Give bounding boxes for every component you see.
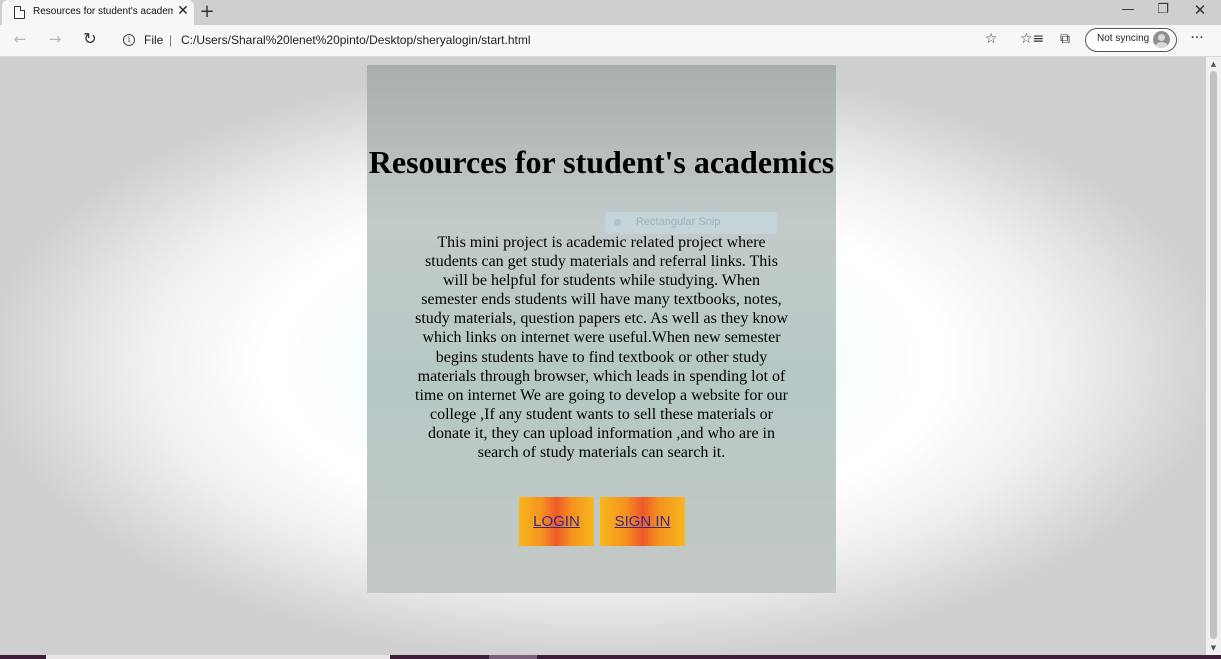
tab-close-icon[interactable]: ✕ [176, 3, 190, 19]
page-title: Resources for student's academics [368, 144, 835, 180]
sign-in-button[interactable]: SIGN IN [600, 497, 685, 546]
project-description: This mini project is academic related pr… [415, 234, 788, 462]
scroll-up-arrow-icon[interactable]: ▲ [1209, 60, 1218, 68]
more-menu-icon[interactable]: ··· [1188, 30, 1206, 46]
back-arrow-icon[interactable]: ← [10, 30, 30, 48]
restore-button[interactable]: ❐ [1153, 2, 1173, 17]
forward-arrow-icon[interactable]: → [45, 30, 65, 48]
taskbar-edge [0, 655, 1221, 659]
scroll-down-arrow-icon[interactable]: ▼ [1209, 644, 1218, 652]
taskbar-segment [489, 655, 537, 659]
profile-sync-button[interactable]: Not syncing [1085, 28, 1177, 52]
file-scheme-label: File [144, 33, 164, 47]
login-button[interactable]: LOGIN [519, 497, 594, 546]
address-bar-url[interactable]: C:/Users/Sharal%20lenet%20pinto/Desktop/… [181, 33, 531, 47]
sync-status-label: Not syncing [1097, 33, 1150, 44]
minimize-button[interactable]: — [1118, 2, 1138, 17]
new-tab-button[interactable]: + [199, 1, 215, 22]
address-toolbar: ← → ↻ i File | C:/Users/Sharal%20lenet%2… [0, 25, 1221, 57]
add-favorite-star-icon[interactable]: ☆ [982, 31, 1000, 47]
page-viewport: Resources for student's academics Rectan… [0, 57, 1206, 655]
favorites-icon[interactable]: ☆≡ [1020, 31, 1044, 47]
reload-icon[interactable]: ↻ [80, 29, 100, 48]
address-separator: | [169, 33, 173, 47]
browser-tab[interactable]: Resources for student's academics ✕ [2, 0, 194, 25]
intro-card: Resources for student's academics Rectan… [367, 65, 836, 593]
tab-strip: Resources for student's academics ✕ + — … [0, 0, 1221, 25]
scroll-thumb[interactable] [1210, 71, 1217, 639]
avatar [1153, 31, 1170, 48]
document-icon [14, 6, 25, 19]
vertical-scrollbar[interactable]: ▲ ▼ [1206, 57, 1221, 655]
taskbar-segment [46, 655, 390, 659]
rectangular-snip-overlay: Rectangular Snip [605, 212, 777, 234]
snip-label: Rectangular Snip [636, 216, 721, 228]
site-info-icon[interactable]: i [123, 34, 135, 46]
snip-icon [614, 219, 621, 226]
window-close-button[interactable]: ✕ [1190, 1, 1210, 19]
collections-icon[interactable]: ⧉ [1056, 31, 1074, 47]
tab-title: Resources for student's academics [33, 6, 173, 17]
